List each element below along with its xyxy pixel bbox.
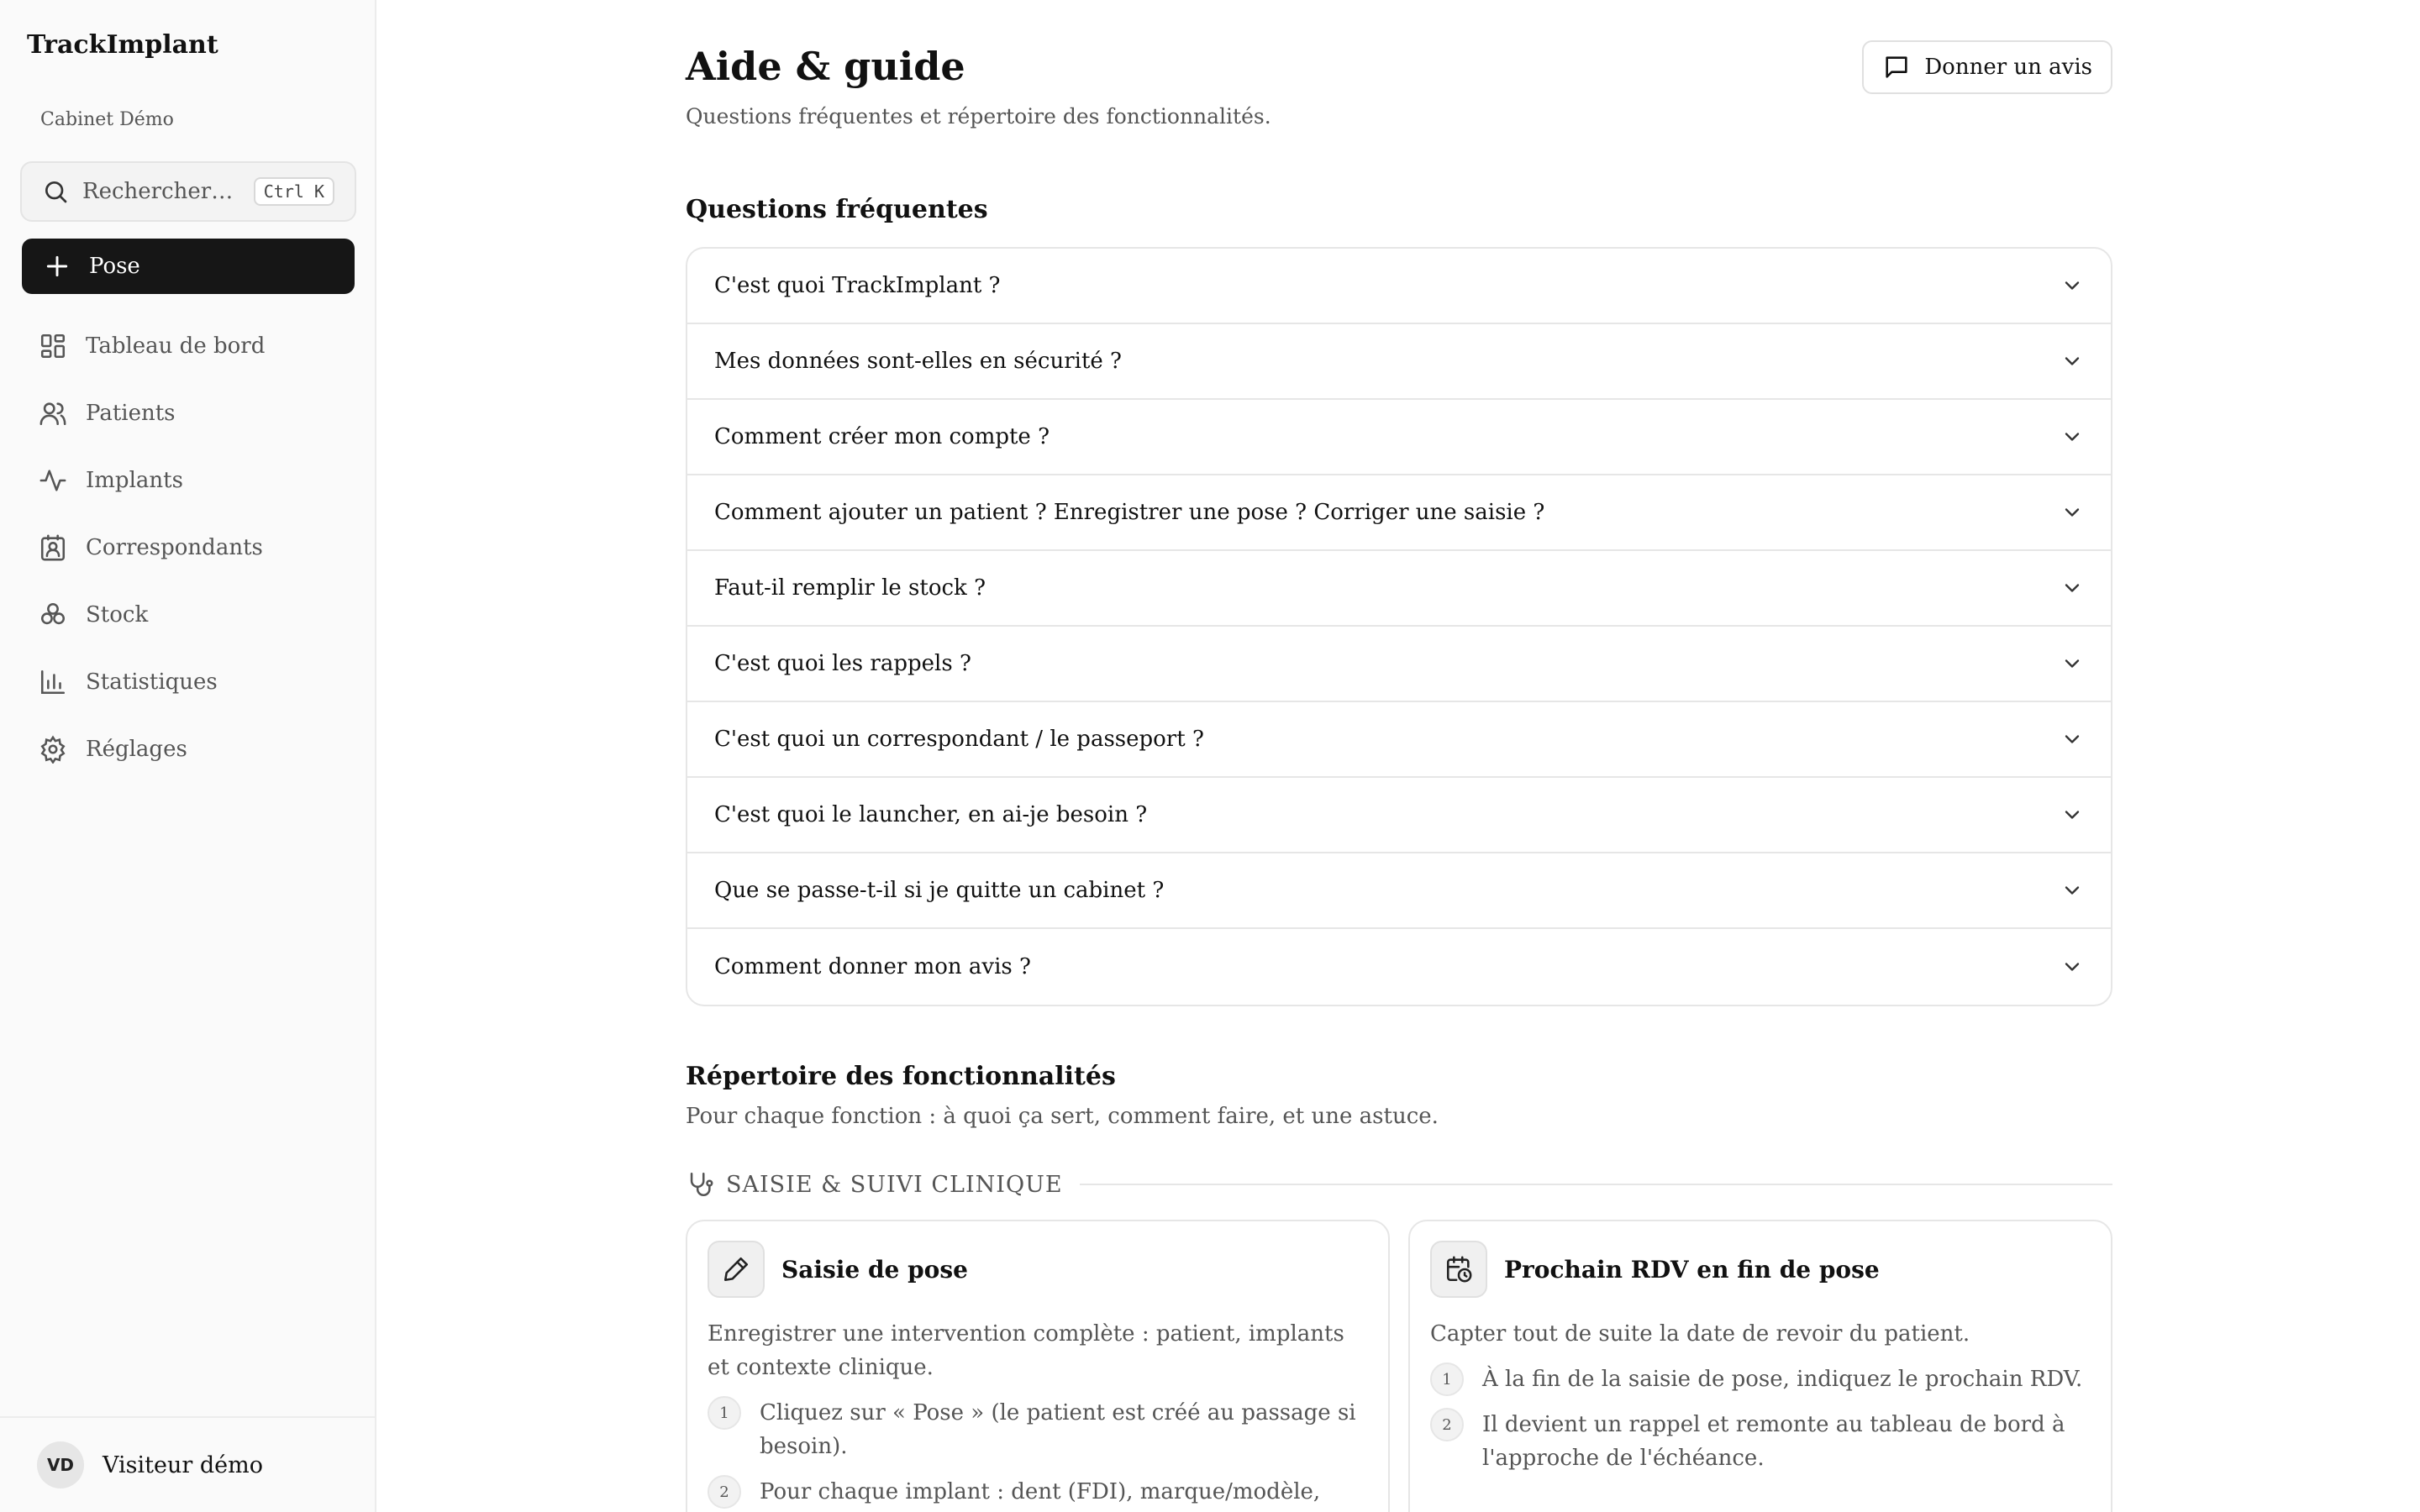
sidebar-item-label: Statistiques — [86, 669, 218, 695]
sidebar-nav: Tableau de bord Patients Implants Corres… — [22, 312, 355, 783]
card-title: Prochain RDV en fin de pose — [1504, 1255, 1880, 1284]
sidebar-item-implants[interactable]: Implants — [22, 447, 355, 514]
step-text: Il devient un rappel et remonte au table… — [1482, 1412, 2065, 1471]
message-square-icon — [1886, 56, 1907, 78]
faq-item[interactable]: C'est quoi un correspondant / le passepo… — [687, 702, 2111, 778]
feature-card: Prochain RDV en fin de pose Capter tout … — [1408, 1220, 2112, 1512]
stethoscope-icon — [690, 1172, 713, 1196]
feedback-button[interactable]: Donner un avis — [1862, 40, 2112, 94]
faq-item[interactable]: Faut-il remplir le stock ? — [687, 551, 2111, 627]
faq-question: Que se passe-t-il si je quitte un cabine… — [714, 878, 1165, 903]
sidebar-item-patients[interactable]: Patients — [22, 380, 355, 447]
sidebar-item-stock[interactable]: Stock — [22, 581, 355, 648]
new-pose-button[interactable]: Pose — [22, 239, 355, 294]
sidebar-item-correspondants[interactable]: Correspondants — [22, 514, 355, 581]
chevron-down-icon — [2065, 735, 2080, 743]
calendar-clock-icon — [1446, 1256, 1472, 1283]
contact-icon — [40, 534, 66, 561]
gear-icon — [40, 735, 66, 764]
page-subtitle[interactable]: Questions fréquentes et répertoire des f… — [686, 104, 1271, 129]
bar-chart-icon — [40, 669, 66, 695]
sidebar: TrackImplant Cabinet Démo Rechercher… Ct… — [0, 0, 376, 1512]
faq-question: C'est quoi TrackImplant ? — [714, 273, 1001, 298]
search-icon — [45, 181, 67, 203]
sidebar-item-label: Stock — [86, 602, 149, 627]
cabinet-name[interactable]: Cabinet Démo — [40, 109, 174, 130]
dashboard-icon — [40, 333, 66, 359]
chevron-down-icon — [2065, 584, 2080, 592]
chevron-down-icon — [2065, 281, 2080, 290]
chevron-down-icon — [2065, 357, 2080, 365]
faq-question: C'est quoi les rappels ? — [714, 651, 971, 676]
search-placeholder: Rechercher… — [82, 179, 234, 204]
chevron-down-icon — [2065, 508, 2080, 517]
faq-question: Comment ajouter un patient ? Enregistrer… — [714, 500, 1545, 525]
boxes-icon — [40, 602, 66, 625]
faq-question: Faut-il remplir le stock ? — [714, 575, 986, 601]
avatar: VD — [37, 1441, 84, 1488]
chevron-down-icon — [2065, 433, 2080, 441]
page-title[interactable]: Aide & guide — [686, 44, 965, 89]
sidebar-item-label: Réglages — [86, 737, 187, 762]
directory-title[interactable]: Répertoire des fonctionnalités — [686, 1062, 1116, 1091]
card-description: Capter tout de suite la date de revoir d… — [1430, 1321, 1970, 1347]
feedback-label: Donner un avis — [1924, 55, 2092, 80]
faq-question: C'est quoi le launcher, en ai-je besoin … — [714, 802, 1148, 827]
new-pose-label: Pose — [89, 254, 140, 279]
sidebar-item-label: Patients — [86, 401, 176, 426]
sidebar-item-dashboard[interactable]: Tableau de bord — [22, 312, 355, 380]
sidebar-item-label: Implants — [86, 468, 183, 493]
category-divider — [1079, 1184, 2112, 1185]
category-label: SAISIE & SUIVI CLINIQUE — [726, 1171, 1063, 1198]
chevron-down-icon — [2065, 811, 2080, 819]
step-text: Cliquez sur « Pose » (le patient est cré… — [760, 1400, 1356, 1459]
step-text: À la fin de la saisie de pose, indiquez … — [1482, 1367, 2083, 1392]
faq-question: Comment donner mon avis ? — [714, 954, 1031, 979]
faq-item[interactable]: Que se passe-t-il si je quitte un cabine… — [687, 853, 2111, 929]
category-header: SAISIE & SUIVI CLINIQUE — [686, 1168, 2112, 1201]
sidebar-item-label: Tableau de bord — [86, 333, 266, 359]
card-step: 2 Pour chaque implant : dent (FDI), marq… — [708, 1475, 1368, 1512]
activity-icon — [39, 470, 66, 491]
app-brand[interactable]: TrackImplant — [27, 30, 218, 60]
step-number: 1 — [1430, 1362, 1464, 1396]
search-input[interactable]: Rechercher… Ctrl K — [20, 161, 356, 222]
faq-item[interactable]: Comment ajouter un patient ? Enregistrer… — [687, 475, 2111, 551]
step-number: 1 — [708, 1396, 741, 1430]
card-step: 1 À la fin de la saisie de pose, indique… — [1430, 1362, 2091, 1396]
card-step: 2 Il devient un rappel et remonte au tab… — [1430, 1408, 2091, 1475]
card-description: Enregistrer une intervention complète : … — [708, 1321, 1344, 1380]
faq-question: Mes données sont-elles en sécurité ? — [714, 349, 1122, 374]
faq-question: Comment créer mon compte ? — [714, 424, 1050, 449]
step-text: Pour chaque implant : dent (FDI), marque… — [760, 1479, 1321, 1504]
card-step: 1 Cliquez sur « Pose » (le patient est c… — [708, 1396, 1368, 1463]
step-number: 2 — [708, 1475, 741, 1509]
step-number: 2 — [1430, 1408, 1464, 1441]
feature-card: Saisie de pose Enregistrer une intervent… — [686, 1220, 1390, 1512]
pen-icon — [723, 1257, 749, 1282]
user-menu[interactable]: VD Visiteur démo — [0, 1416, 376, 1512]
faq-item[interactable]: Mes données sont-elles en sécurité ? — [687, 324, 2111, 400]
users-icon — [39, 402, 66, 426]
faq-accordion: C'est quoi TrackImplant ? Mes données so… — [686, 247, 2112, 1006]
faq-item[interactable]: Comment donner mon avis ? — [687, 929, 2111, 1005]
search-shortcut: Ctrl K — [253, 177, 334, 206]
plus-icon — [46, 255, 68, 277]
faq-item[interactable]: C'est quoi les rappels ? — [687, 627, 2111, 702]
faq-item[interactable]: C'est quoi le launcher, en ai-je besoin … — [687, 778, 2111, 853]
faq-question: C'est quoi un correspondant / le passepo… — [714, 727, 1204, 752]
chevron-down-icon — [2065, 963, 2080, 971]
faq-item[interactable]: C'est quoi TrackImplant ? — [687, 249, 2111, 324]
faq-item[interactable]: Comment créer mon compte ? — [687, 400, 2111, 475]
directory-subtitle[interactable]: Pour chaque fonction : à quoi ça sert, c… — [686, 1104, 1439, 1129]
chevron-down-icon — [2065, 886, 2080, 895]
faq-title[interactable]: Questions fréquentes — [686, 195, 988, 224]
chevron-down-icon — [2065, 659, 2080, 668]
sidebar-item-reglages[interactable]: Réglages — [22, 716, 355, 783]
sidebar-item-statistiques[interactable]: Statistiques — [22, 648, 355, 716]
card-title: Saisie de pose — [781, 1255, 968, 1284]
sidebar-item-label: Correspondants — [86, 535, 263, 560]
user-name: Visiteur démo — [103, 1452, 263, 1478]
